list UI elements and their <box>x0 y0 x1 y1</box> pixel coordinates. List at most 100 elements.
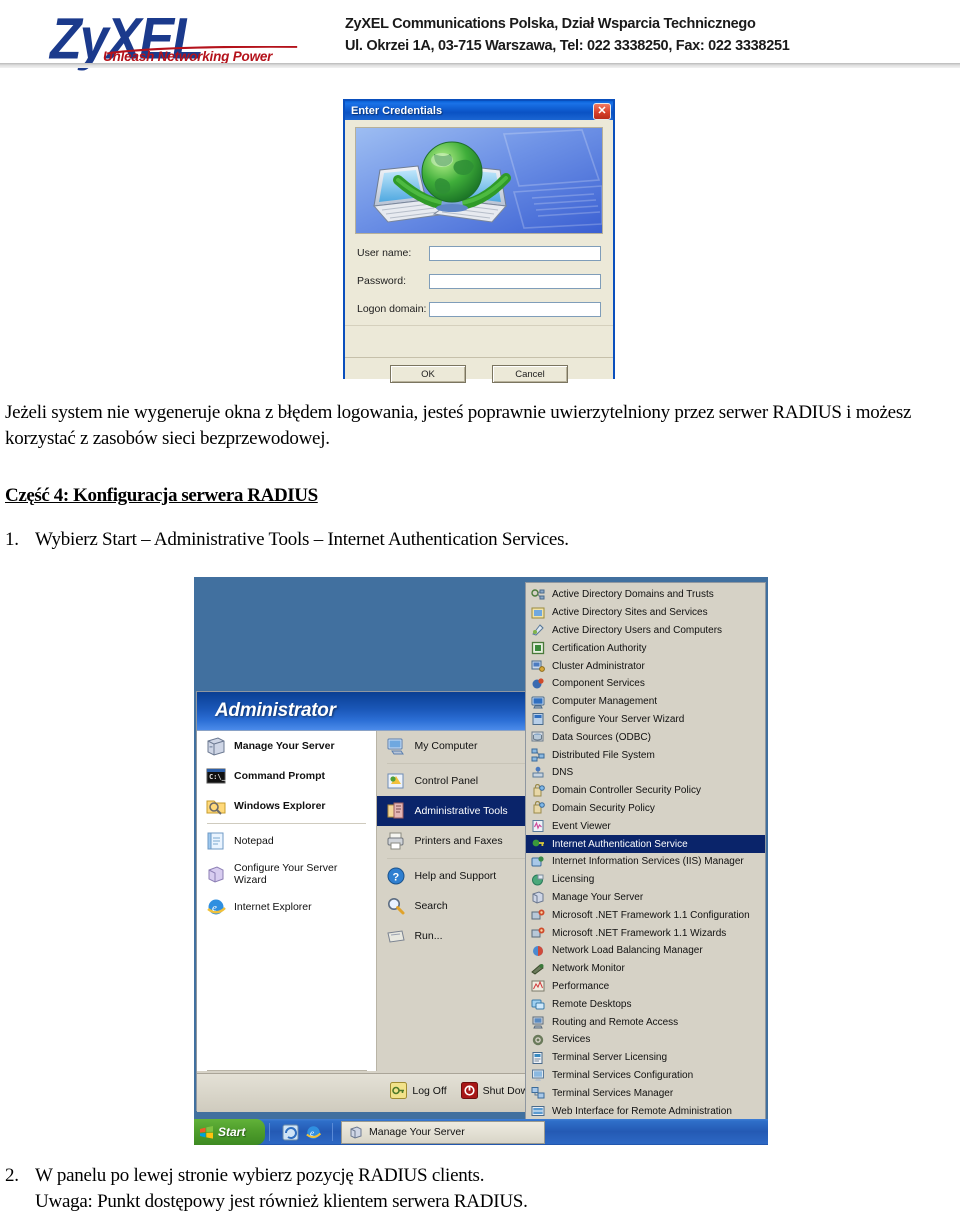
start-item-label: My Computer <box>414 740 478 752</box>
dialog-separator-bottom <box>345 357 613 358</box>
submenu-item-label: Web Interface for Remote Administration <box>552 1105 732 1117</box>
submenu-item-label: Manage Your Server <box>552 891 644 903</box>
password-row: Password: <box>345 270 613 292</box>
credential-fields: User name: Password: Logon domain: <box>345 242 613 326</box>
dialog-body: User name: Password: Logon domain: OK Ca… <box>345 120 613 383</box>
start-item-administrative-tools[interactable]: Administrative Tools ▶ <box>377 796 540 826</box>
internet-explorer-icon: e <box>205 896 227 918</box>
submenu-item[interactable]: Internet Information Services (IIS) Mana… <box>526 853 765 871</box>
cancel-button[interactable]: Cancel <box>492 365 568 383</box>
submenu-item[interactable]: Terminal Services Configuration <box>526 1067 765 1085</box>
taskbar-button-manage-your-server[interactable]: Manage Your Server <box>341 1120 545 1144</box>
start-menu-screenshot: Administrator Manage Your Server C:\_ Co… <box>194 577 768 1145</box>
submenu-item[interactable]: Licensing <box>526 871 765 889</box>
start-item-label: Help and Support <box>414 870 497 882</box>
server-icon <box>349 1125 363 1139</box>
submenu-item[interactable]: Active Directory Users and Computers <box>526 622 765 640</box>
submenu-item[interactable]: Distributed File System <box>526 746 765 764</box>
submenu-item-label: Licensing <box>552 874 595 886</box>
submenu-item[interactable]: Certification Authority <box>526 639 765 657</box>
submenu-item[interactable]: Event Viewer <box>526 817 765 835</box>
username-row: User name: <box>345 242 613 264</box>
start-item-help-and-support[interactable]: ? Help and Support <box>377 861 540 891</box>
step-1-text: Wybierz Start – Administrative Tools – I… <box>35 529 569 550</box>
start-item-control-panel[interactable]: Control Panel ▶ <box>377 766 540 796</box>
start-item-command-prompt[interactable]: C:\_ Command Prompt <box>197 761 376 791</box>
start-item-printers-and-faxes[interactable]: Printers and Faxes <box>377 826 540 856</box>
dotnet-framework-wizards-icon <box>531 926 545 940</box>
submenu-item-label: Component Services <box>552 678 645 690</box>
submenu-item[interactable]: Terminal Server Licensing <box>526 1049 765 1067</box>
submenu-item[interactable]: Network Load Balancing Manager <box>526 942 765 960</box>
log-off-button[interactable]: Log Off <box>390 1082 447 1099</box>
submenu-item-label: Terminal Services Manager <box>552 1087 674 1099</box>
submenu-item[interactable]: Terminal Services Manager <box>526 1084 765 1102</box>
submenu-item[interactable]: Computer Management <box>526 693 765 711</box>
network-monitor-icon <box>531 962 545 976</box>
dns-icon <box>531 766 545 780</box>
show-desktop-icon[interactable] <box>282 1124 299 1141</box>
server-icon <box>205 735 227 757</box>
submenu-item[interactable]: Domain Security Policy <box>526 800 765 818</box>
start-button[interactable]: Start <box>194 1119 265 1145</box>
start-menu-footer: Log Off Shut Down <box>197 1073 540 1112</box>
start-item-windows-explorer[interactable]: Windows Explorer <box>197 791 376 821</box>
logon-domain-input[interactable] <box>429 301 601 317</box>
active-directory-sites-icon <box>531 606 545 620</box>
password-label: Password: <box>357 275 407 287</box>
section-heading: Część 4: Konfiguracja serwera RADIUS <box>5 485 318 506</box>
ok-button[interactable]: OK <box>390 365 466 383</box>
submenu-item-internet-authentication-service[interactable]: Internet Authentication Service <box>526 835 765 853</box>
submenu-item[interactable]: Web Interface for Remote Administration <box>526 1102 765 1120</box>
submenu-item[interactable]: Domain Controller Security Policy <box>526 782 765 800</box>
submenu-item[interactable]: Microsoft .NET Framework 1.1 Configurati… <box>526 906 765 924</box>
computer-icon <box>385 735 407 757</box>
submenu-item[interactable]: Remote Desktops <box>526 995 765 1013</box>
start-item-notepad[interactable]: Notepad <box>197 826 376 856</box>
search-icon <box>385 895 407 917</box>
start-item-configure-your-server-wizard[interactable]: Configure Your Server Wizard <box>197 856 376 892</box>
submenu-item[interactable]: Performance <box>526 978 765 996</box>
submenu-item[interactable]: Routing and Remote Access <box>526 1013 765 1031</box>
submenu-item[interactable]: Services <box>526 1031 765 1049</box>
taskbar-button-label: Manage Your Server <box>369 1126 465 1138</box>
submenu-item-label: Active Directory Users and Computers <box>552 624 723 636</box>
submenu-item-label: Internet Information Services (IIS) Mana… <box>552 856 744 868</box>
submenu-item[interactable]: DNS <box>526 764 765 782</box>
username-label: User name: <box>357 247 412 259</box>
password-input[interactable] <box>429 273 601 289</box>
submenu-item[interactable]: Network Monitor <box>526 960 765 978</box>
submenu-item-label: Domain Controller Security Policy <box>552 785 701 797</box>
start-item-search[interactable]: Search <box>377 891 540 921</box>
start-item-run[interactable]: Run... <box>377 921 540 951</box>
start-item-my-computer[interactable]: My Computer <box>377 731 540 761</box>
submenu-item[interactable]: Data Sources (ODBC) <box>526 728 765 746</box>
username-input[interactable] <box>429 245 601 261</box>
submenu-item[interactable]: Microsoft .NET Framework 1.1 Wizards <box>526 924 765 942</box>
domain-security-policy-icon <box>531 801 545 815</box>
submenu-item[interactable]: Component Services <box>526 675 765 693</box>
step-1-number: 1. <box>5 529 19 550</box>
submenu-item-label: Configure Your Server Wizard <box>552 713 685 725</box>
start-item-internet-explorer[interactable]: e Internet Explorer <box>197 892 376 922</box>
submenu-item-label: Microsoft .NET Framework 1.1 Configurati… <box>552 909 750 921</box>
taskbar: Start e Manage Your Server <box>194 1119 768 1145</box>
routing-remote-access-icon <box>531 1015 545 1029</box>
start-item-label: Run... <box>414 930 443 942</box>
submenu-item[interactable]: Manage Your Server <box>526 889 765 907</box>
internet-authentication-service-icon <box>531 837 545 851</box>
submenu-item[interactable]: Active Directory Domains and Trusts <box>526 586 765 604</box>
start-menu-right-column: My Computer Control Panel ▶ Administrati… <box>376 731 540 1071</box>
console-icon: C:\_ <box>205 765 227 787</box>
start-button-label: Start <box>218 1125 246 1139</box>
close-icon[interactable]: ✕ <box>593 102 611 120</box>
taskbar-divider-1 <box>269 1123 270 1141</box>
start-item-manage-your-server[interactable]: Manage Your Server <box>197 731 376 761</box>
internet-explorer-icon[interactable]: e <box>305 1124 322 1141</box>
submenu-item[interactable]: Active Directory Sites and Services <box>526 604 765 622</box>
submenu-item[interactable]: Configure Your Server Wizard <box>526 711 765 729</box>
logon-domain-row: Logon domain: <box>345 298 613 320</box>
svg-text:e: e <box>310 1128 314 1138</box>
shut-down-button[interactable]: Shut Down <box>460 1082 534 1099</box>
submenu-item[interactable]: Cluster Administrator <box>526 657 765 675</box>
